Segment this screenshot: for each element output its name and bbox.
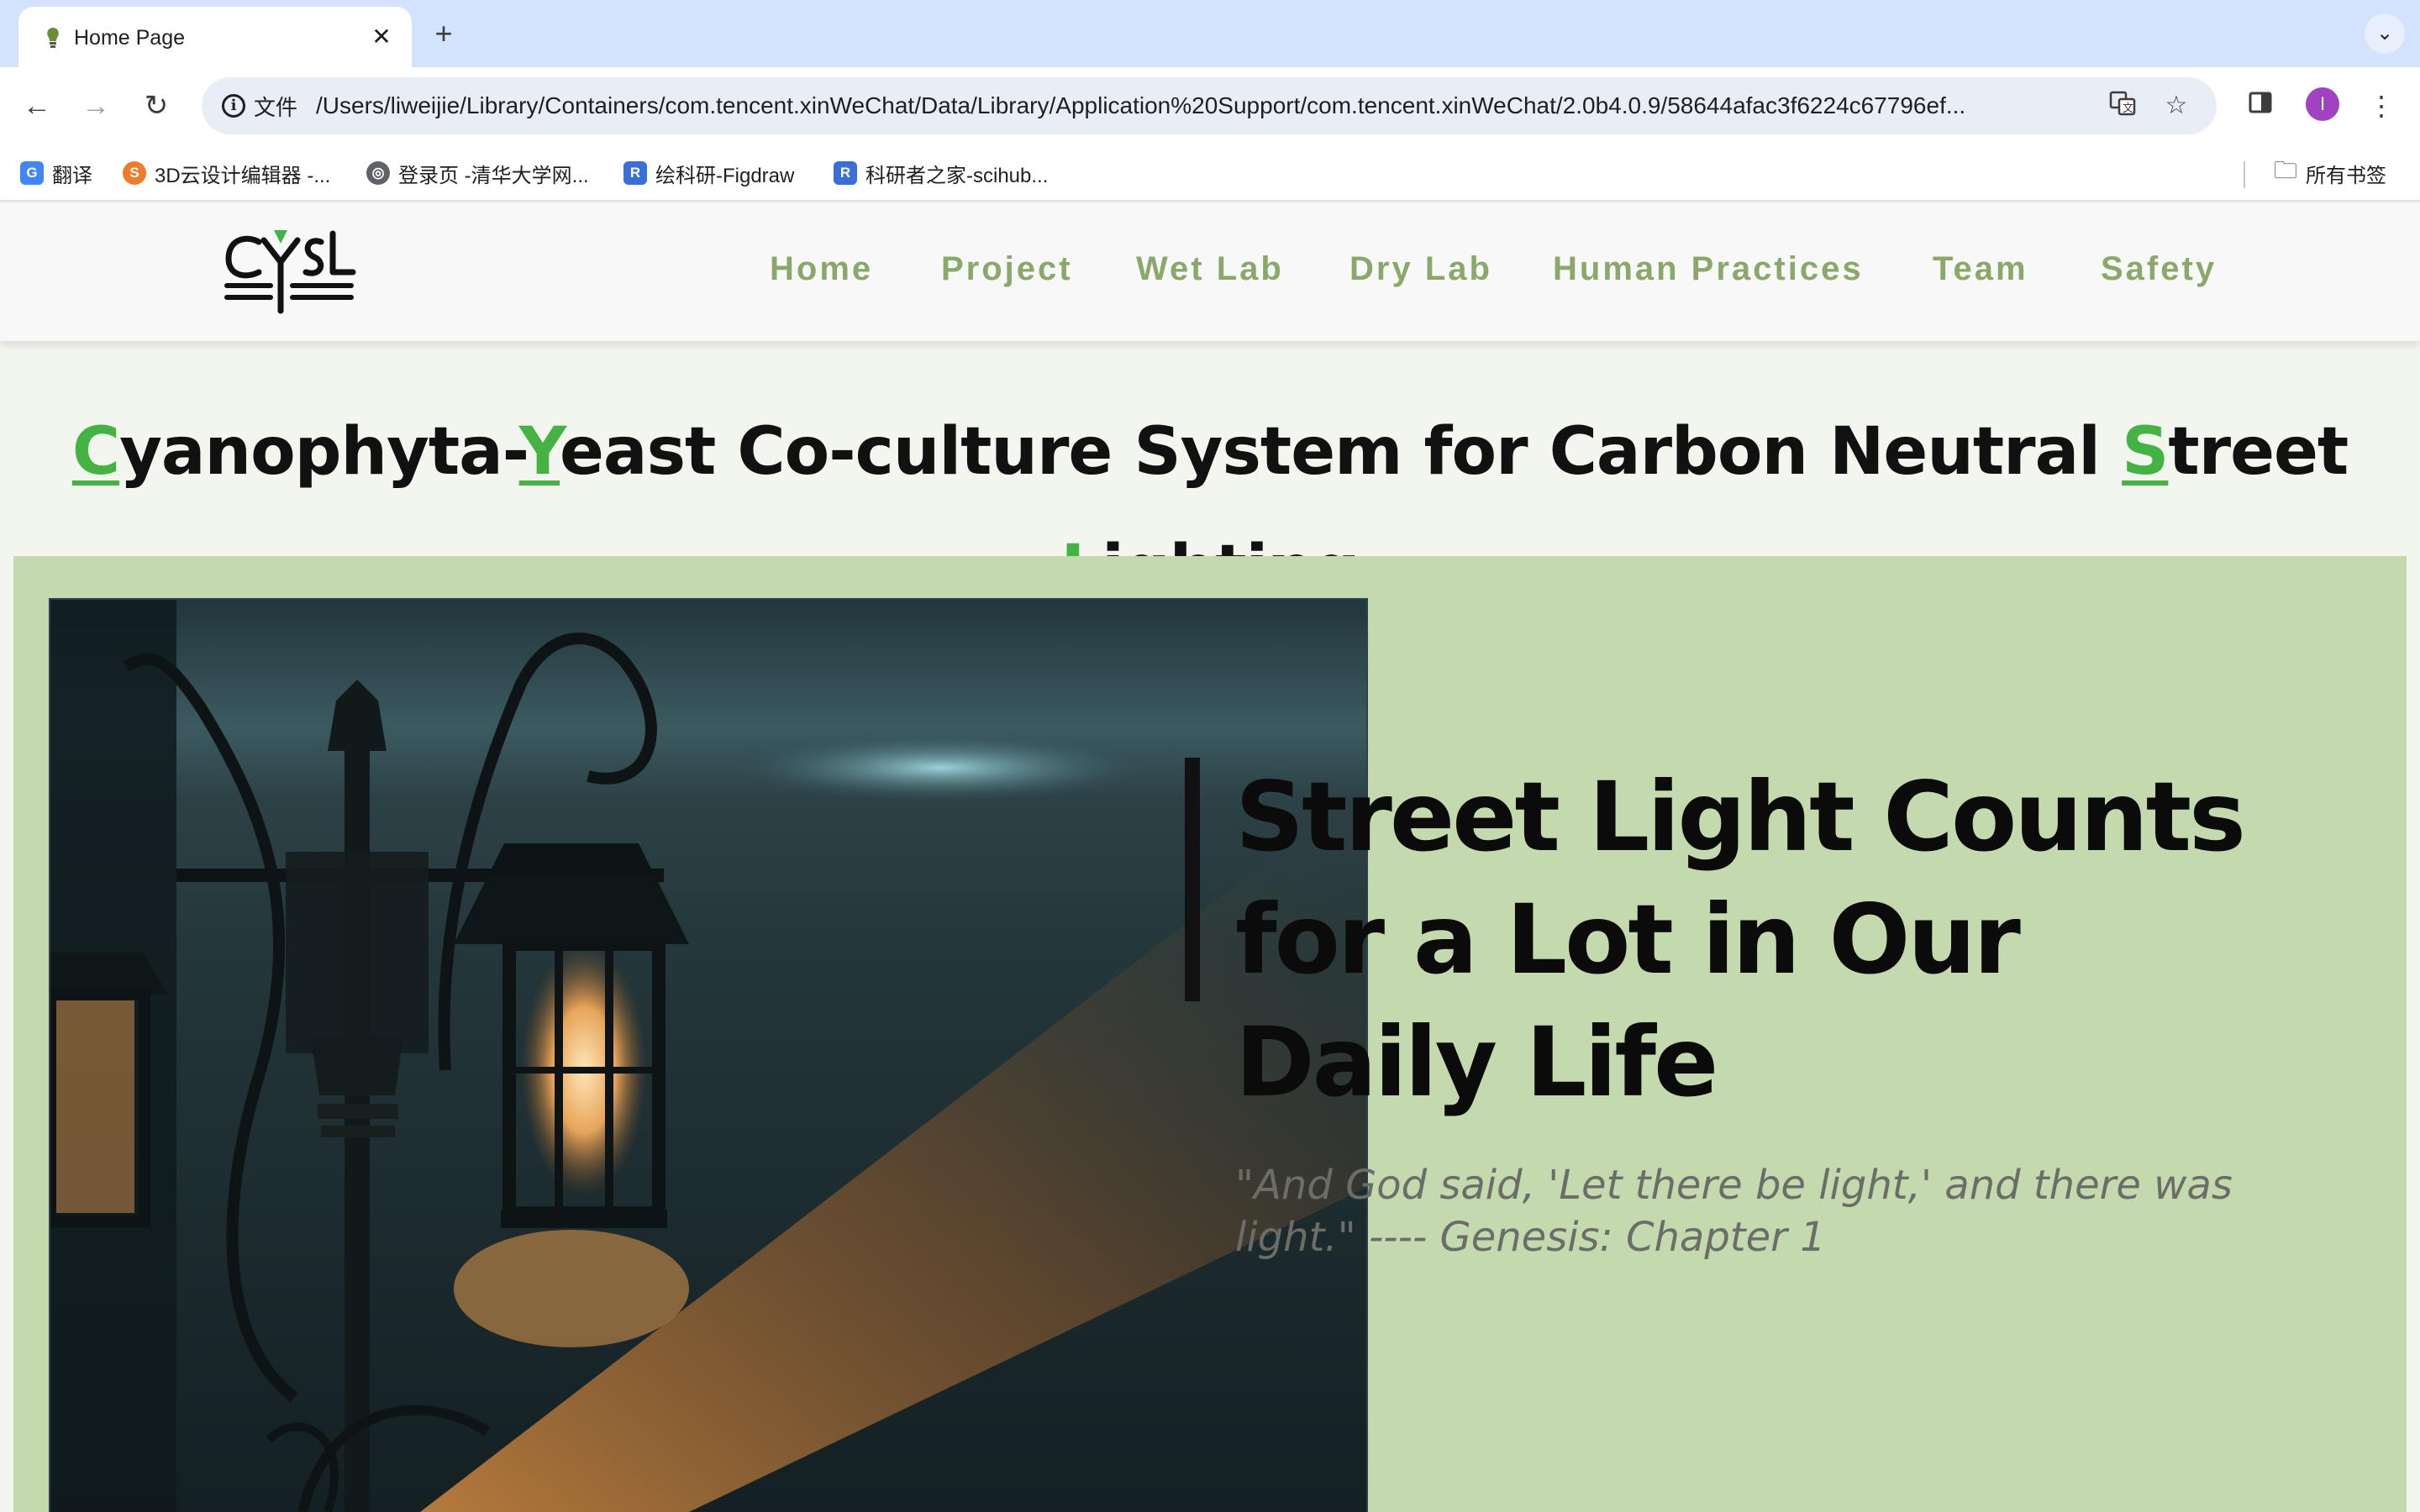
bookmark-figdraw[interactable]: R 绘科研-Figdraw (623, 158, 794, 188)
bookmark-label: 3D云设计编辑器 -... (155, 164, 331, 187)
nav-human-practices[interactable]: Human Practices (1553, 250, 1864, 288)
url-text[interactable]: /Users/liweijie/Library/Containers/com.t… (316, 92, 2291, 119)
all-bookmarks-label: 所有书签 (2306, 164, 2387, 187)
bookmark-label: 登录页 -清华大学网... (398, 164, 589, 187)
nav-team[interactable]: Team (1933, 250, 2028, 288)
new-tab-button[interactable]: + (427, 17, 460, 50)
title-highlight-letter: C (71, 414, 120, 491)
nav-project[interactable]: Project (941, 250, 1073, 288)
browser-tab[interactable]: Home Page ✕ (18, 7, 412, 67)
bookmark-translate[interactable]: G 翻译 (20, 158, 92, 188)
site-info-chip[interactable]: i 文件 (213, 86, 311, 126)
bookmark-3d-editor[interactable]: S 3D云设计编辑器 -... (123, 158, 330, 188)
tab-title: Home Page (74, 26, 186, 50)
bookmarks-bar: G 翻译 S 3D云设计编辑器 -... ◎ 登录页 -清华大学网... R 绘… (0, 144, 2420, 202)
site-navbar: Home Project Wet Lab Dry Lab Human Pract… (0, 203, 2420, 341)
hero-headline: Street Light Counts for a Lot in Our Dai… (1235, 761, 2246, 1118)
title-text: east Co-culture System for Carbon Neutra… (560, 414, 2123, 491)
profile-initial: I (2319, 93, 2326, 114)
chevron-down-icon[interactable]: ⌄ (2365, 13, 2405, 54)
genesis-quote: "And God said, 'Let there be light,' and… (1235, 1162, 2233, 1261)
scihub-icon: R (834, 161, 857, 185)
figdraw-icon: R (623, 161, 647, 185)
title-text: yanophyta- (119, 414, 520, 491)
lightbulb-favicon-icon (47, 28, 59, 48)
title-highlight-letter: S (2122, 414, 2169, 491)
svg-text:文: 文 (2123, 102, 2133, 115)
title-text: treet (2168, 414, 2349, 491)
bookmark-label: 绘科研-Figdraw (655, 164, 795, 187)
nav-safety[interactable]: Safety (2101, 250, 2217, 288)
bookmark-tsinghua-login[interactable]: ◎ 登录页 -清华大学网... (366, 158, 589, 188)
3d-editor-icon: S (123, 161, 146, 185)
bookmark-scihub[interactable]: R 科研者之家-scihub... (834, 158, 1048, 188)
title-highlight-letter: Y (518, 414, 560, 491)
globe-icon: ◎ (366, 161, 390, 185)
bookmark-label: 翻译 (52, 164, 92, 187)
info-icon: i (222, 94, 245, 118)
nav-wet-lab[interactable]: Wet Lab (1136, 250, 1284, 288)
star-bookmark-icon[interactable]: ☆ (2160, 89, 2193, 123)
forward-icon[interactable]: → (74, 84, 118, 128)
bookmarks-divider (2244, 161, 2245, 188)
security-label: 文件 (254, 94, 298, 120)
street-lamp-illustration (50, 600, 1366, 1512)
close-icon[interactable]: ✕ (366, 22, 397, 52)
profile-avatar[interactable]: I (2306, 87, 2339, 121)
page-title-line-1: Cyanophyta-Yeast Co-culture System for C… (0, 393, 2420, 511)
more-menu-icon[interactable]: ⋮ (2360, 84, 2403, 128)
nav-home[interactable]: Home (770, 250, 873, 288)
bookmark-label: 科研者之家-scihub... (865, 164, 1049, 187)
street-lamp-photo (50, 600, 1366, 1512)
google-translate-icon: G (20, 161, 44, 185)
side-panel-icon[interactable] (2238, 84, 2282, 128)
address-bar[interactable]: i 文件 /Users/liweijie/Library/Containers/… (202, 77, 2217, 134)
browser-toolbar: ← → ↻ i 文件 /Users/liweijie/Library/Conta… (0, 67, 2420, 144)
nav-dry-lab[interactable]: Dry Lab (1349, 250, 1492, 288)
back-icon[interactable]: ← (15, 84, 59, 128)
cysl-logo[interactable] (222, 223, 356, 316)
quote-accent-bar (1185, 758, 1200, 1001)
all-bookmarks-button[interactable]: 🗀 所有书签 (2274, 157, 2387, 188)
reload-icon[interactable]: ↻ (134, 84, 178, 128)
browser-tab-strip: Home Page ✕ + ⌄ (0, 0, 2420, 67)
folder-icon: 🗀 (2274, 157, 2298, 183)
translate-icon[interactable]: 文 (2106, 89, 2139, 123)
